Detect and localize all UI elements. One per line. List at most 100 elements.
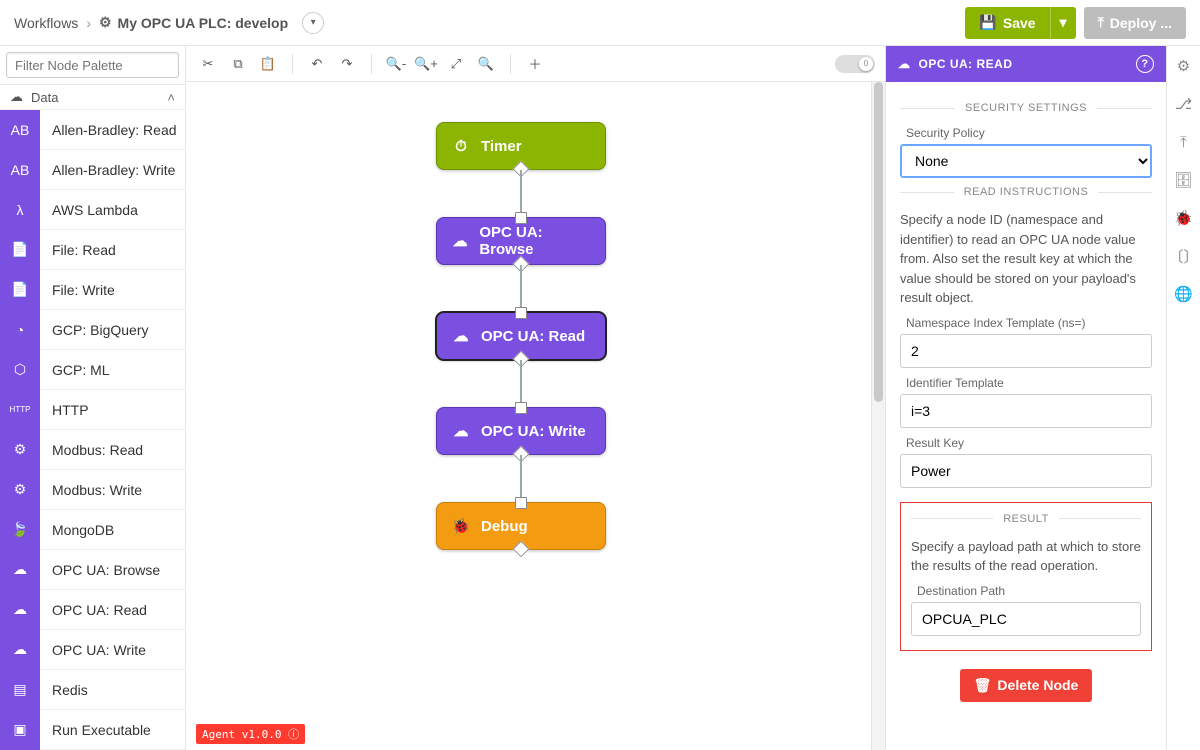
palette-item-icon: AB (0, 110, 40, 150)
palette-search-input[interactable] (6, 52, 179, 78)
node-icon: ⏱ (451, 138, 471, 155)
version-dropdown[interactable]: ▾ (302, 12, 324, 34)
field-label: Namespace Index Template (ns=) (900, 316, 1152, 330)
flow-edge (520, 170, 522, 217)
deploy-button[interactable]: ⤒ Deploy ... (1084, 7, 1186, 39)
save-button[interactable]: 💾 Save (965, 7, 1049, 39)
right-icon-rail: ⚙ ⎇ ⤒ 🗄 🐞 〔〕 🌐 (1166, 46, 1200, 750)
palette-item[interactable]: ABAllen-Bradley: Read (0, 110, 185, 150)
identifier-template-input[interactable] (900, 394, 1152, 428)
node-label: Debug (481, 518, 528, 535)
palette-item[interactable]: ◔GCP: BigQuery (0, 310, 185, 350)
palette-item-icon: λ (0, 190, 40, 230)
node-label: Timer (481, 138, 522, 155)
branch-icon[interactable]: ⎇ (1174, 94, 1194, 114)
palette-item-label: GCP: ML (40, 362, 110, 378)
zoom-out-button[interactable]: 🔍- (384, 52, 408, 76)
palette-item[interactable]: 📄File: Write (0, 270, 185, 310)
globe-icon[interactable]: 🌐 (1174, 284, 1194, 304)
cut-button[interactable]: ✂ (196, 52, 220, 76)
node-input-port[interactable] (515, 497, 527, 509)
database-icon[interactable]: 🗄 (1174, 170, 1194, 190)
zoom-in-button[interactable]: 🔍+ (414, 52, 438, 76)
canvas-scrollbar[interactable] (871, 82, 885, 750)
flow-node[interactable]: ☁OPC UA: Browse (436, 217, 606, 265)
scrollbar-thumb[interactable] (874, 82, 883, 402)
palette-item[interactable]: ⚙Modbus: Read (0, 430, 185, 470)
palette-item[interactable]: ⚙Modbus: Write (0, 470, 185, 510)
inspector-body: SECURITY SETTINGS Security Policy None R… (886, 82, 1166, 750)
flow-edge (520, 360, 522, 407)
delete-node-label: Delete Node (997, 677, 1078, 693)
palette-item[interactable]: ☁OPC UA: Write (0, 630, 185, 670)
save-dropdown-button[interactable]: ▾ (1050, 7, 1076, 39)
palette-item-label: HTTP (40, 402, 89, 418)
redo-button[interactable]: ↷ (335, 52, 359, 76)
field-label: Destination Path (911, 584, 1141, 598)
node-input-port[interactable] (515, 212, 527, 224)
palette-item-label: Modbus: Read (40, 442, 143, 458)
namespace-index-input[interactable] (900, 334, 1152, 368)
canvas-toolbar: ✂ ⧉ 📋 ↶ ↷ 🔍- 🔍+ ⤢ 🔍 ＋ 0 (186, 46, 885, 82)
flow-node[interactable]: ☁OPC UA: Read (436, 312, 606, 360)
palette-item[interactable]: ⬡GCP: ML (0, 350, 185, 390)
workflow-canvas[interactable]: ⏱Timer☁OPC UA: Browse☁OPC UA: Read☁OPC U… (186, 82, 885, 750)
paste-button[interactable]: 📋 (256, 52, 280, 76)
palette-group-header[interactable]: ☁ Data ˄ (0, 85, 185, 110)
search-canvas-button[interactable]: 🔍 (474, 52, 498, 76)
agent-version-tag[interactable]: Agent v1.0.0 ⓘ (196, 724, 305, 744)
palette-item-label: AWS Lambda (40, 202, 138, 218)
palette-item[interactable]: 🍃MongoDB (0, 510, 185, 550)
top-actions: 💾 Save ▾ ⤒ Deploy ... (965, 7, 1186, 39)
copy-button[interactable]: ⧉ (226, 52, 250, 76)
palette-item-label: OPC UA: Browse (40, 562, 160, 578)
delete-node-button[interactable]: 🗑 Delete Node (960, 669, 1093, 702)
palette-item[interactable]: 📄File: Read (0, 230, 185, 270)
palette-item[interactable]: HTTPHTTP (0, 390, 185, 430)
flow-node[interactable]: ⏱ Timer (436, 122, 606, 170)
palette-list: ABAllen-Bradley: ReadABAllen-Bradley: Wr… (0, 110, 185, 750)
node-input-port[interactable] (515, 307, 527, 319)
debug-toggle[interactable]: 0 (835, 55, 875, 73)
upload-icon: ⤒ (1098, 14, 1104, 31)
palette-group-label: Data (31, 90, 58, 105)
node-input-port[interactable] (515, 402, 527, 414)
inspector-header: ☁ OPC UA: READ ? (886, 46, 1166, 82)
node-output-port[interactable] (513, 541, 530, 558)
breadcrumb-root-link[interactable]: Workflows (14, 15, 78, 31)
field-label: Result Key (900, 436, 1152, 450)
gear-icon[interactable]: ⚙ (1174, 56, 1194, 76)
palette-search-wrap (0, 46, 185, 85)
palette-item-icon: 📄 (0, 270, 40, 310)
palette-item[interactable]: ☁OPC UA: Read (0, 590, 185, 630)
node-label: OPC UA: Write (481, 423, 586, 440)
destination-path-input[interactable] (911, 602, 1141, 636)
section-description: Specify a node ID (namespace and identif… (900, 210, 1152, 308)
palette-item[interactable]: ▤Redis (0, 670, 185, 710)
upload-icon[interactable]: ⤒ (1174, 132, 1194, 152)
result-key-input[interactable] (900, 454, 1152, 488)
flow-node[interactable]: 🐞Debug (436, 502, 606, 550)
flow-node[interactable]: ☁OPC UA: Write (436, 407, 606, 455)
security-policy-select[interactable]: None (900, 144, 1152, 178)
undo-button[interactable]: ↶ (305, 52, 329, 76)
toggle-knob: 0 (859, 57, 873, 71)
bug-icon[interactable]: 🐞 (1174, 208, 1194, 228)
palette-item[interactable]: ABAllen-Bradley: Write (0, 150, 185, 190)
brackets-icon[interactable]: 〔〕 (1174, 246, 1194, 266)
palette-item-icon: ☁ (0, 550, 40, 590)
palette-item-label: OPC UA: Write (40, 642, 146, 658)
trash-icon: 🗑 (974, 677, 992, 694)
toolbar-separator (371, 54, 372, 74)
save-button-label: Save (1003, 15, 1036, 31)
add-node-button[interactable]: ＋ (523, 52, 547, 76)
fit-button[interactable]: ⤢ (444, 52, 468, 76)
node-icon: ☁ (451, 327, 471, 345)
gear-icon: ⚙ (99, 14, 112, 31)
help-icon[interactable]: ? (1136, 55, 1154, 73)
palette-item-icon: ⬡ (0, 350, 40, 390)
palette-item[interactable]: ▣Run Executable (0, 710, 185, 750)
palette-item[interactable]: λAWS Lambda (0, 190, 185, 230)
palette-item[interactable]: ☁OPC UA: Browse (0, 550, 185, 590)
palette-item-label: File: Read (40, 242, 116, 258)
